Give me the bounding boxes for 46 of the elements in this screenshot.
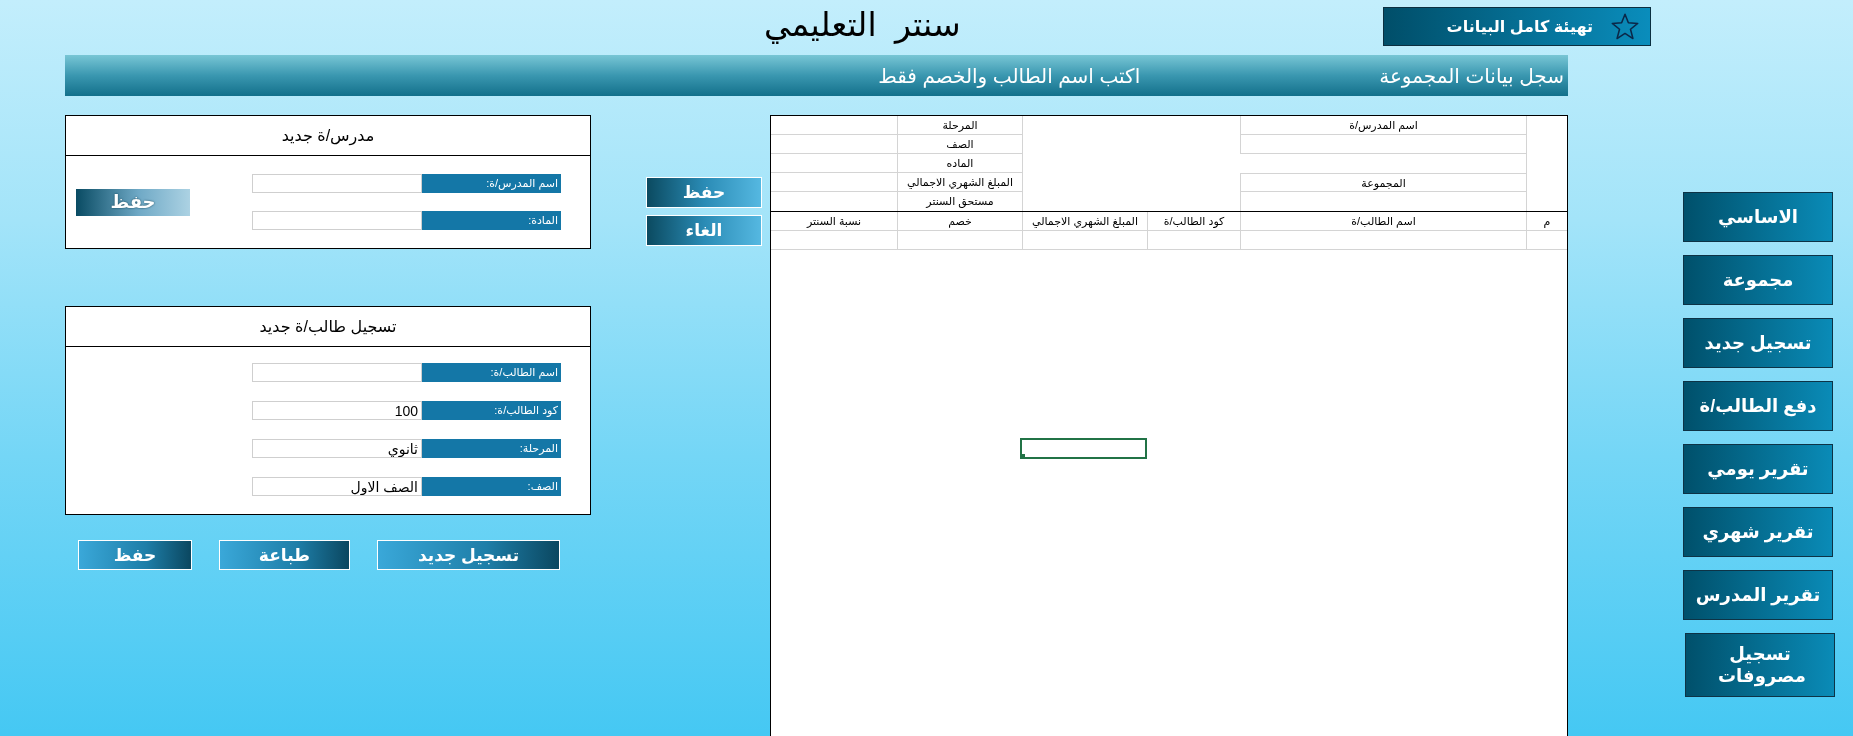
column-header: نسبة السنتر <box>771 212 897 231</box>
input-field[interactable] <box>252 174 422 193</box>
sheet-label: اسم المدرس/ة <box>1240 116 1526 135</box>
nav-button[interactable]: تسجيل جديد <box>1683 318 1833 368</box>
empty-cell <box>1526 231 1567 250</box>
sheet-label: المجموعة <box>1240 173 1526 192</box>
field-label: المرحلة: <box>422 439 561 458</box>
nav-button[interactable]: تسجيل مصروفات <box>1685 633 1835 697</box>
action-button[interactable]: طباعة <box>219 540 350 570</box>
reset-data-button[interactable]: تهيئة كامل البيانات <box>1383 7 1651 46</box>
column-header: كود الطالب/ة <box>1147 212 1240 231</box>
field-label: اسم الطالب/ة: <box>422 363 561 382</box>
field-label: كود الطالب/ة: <box>422 401 561 420</box>
input-field[interactable] <box>252 211 422 230</box>
panel-title: مدرس/ة جديد <box>281 126 375 145</box>
column-header: المبلغ الشهري الاجمالي <box>1022 212 1147 231</box>
nav-button[interactable]: تقرير شهري <box>1683 507 1833 557</box>
input-field[interactable] <box>252 363 422 382</box>
banner-hint: اكتب اسم الطالب والخصم فقط <box>878 63 1141 88</box>
action-button[interactable]: حفظ <box>78 540 192 570</box>
app-title: سنتر التعليمي <box>764 5 961 45</box>
field-label: الصف: <box>422 477 561 496</box>
field-label: اسم المدرس/ة: <box>422 174 561 193</box>
banner-title: سجل بيانات المجموعة <box>1379 63 1564 88</box>
field-label: المادة: <box>422 211 561 230</box>
sheet-label: المبلغ الشهري الاجمالي <box>897 173 1022 192</box>
panel-title: تسجيل طالب/ة جديد <box>259 317 397 336</box>
sheet-label: الصف <box>897 135 1022 154</box>
column-header: اسم الطالب/ة <box>1240 212 1526 231</box>
star-icon <box>1611 12 1639 41</box>
input-field[interactable]: 100 <box>252 401 422 420</box>
sheet-action-button[interactable]: الغاء <box>646 215 762 246</box>
sheet-label: مستحق السنتر <box>897 192 1022 211</box>
nav-button[interactable]: دفع الطالب/ة <box>1683 381 1833 431</box>
nav-button[interactable]: مجموعة <box>1683 255 1833 305</box>
input-field[interactable]: ثانوي <box>252 439 422 458</box>
sheet-label: الماده <box>897 154 1022 173</box>
nav-button[interactable]: تقرير المدرس <box>1683 570 1833 620</box>
nav-button[interactable]: تقرير يومي <box>1683 444 1833 494</box>
sheet-label: المرحلة <box>897 116 1022 135</box>
sheet-action-button[interactable]: حفظ <box>646 177 762 208</box>
column-header: م <box>1526 212 1567 231</box>
nav-button[interactable]: الاساسي <box>1683 192 1833 242</box>
action-button[interactable]: تسجيل جديد <box>377 540 560 570</box>
input-field[interactable]: الصف الاول <box>252 477 422 496</box>
column-header: خصم <box>897 212 1022 231</box>
